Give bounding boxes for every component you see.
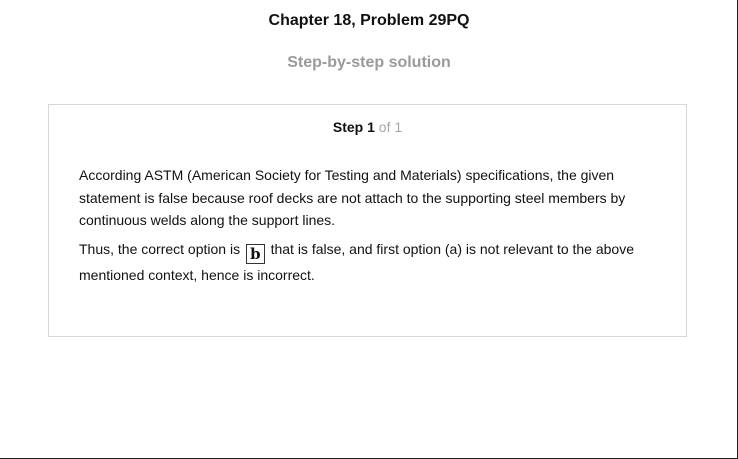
answer-option-box: b xyxy=(246,243,265,264)
chapter-title: Chapter 18, Problem 29PQ xyxy=(268,12,470,29)
answer-lead-text: Thus, the correct option is xyxy=(79,240,241,257)
step-paragraph-1: According ASTM (American Society for Tes… xyxy=(79,167,626,228)
step-header: Step 1 of 1 xyxy=(49,119,686,135)
step-card: Step 1 of 1 According ASTM (American Soc… xyxy=(48,104,687,337)
solution-subtitle: Step-by-step solution xyxy=(287,54,451,71)
step-total: of 1 xyxy=(378,119,403,135)
step-body: According ASTM (American Society for Tes… xyxy=(79,164,665,292)
step-paragraph-2: Thus, the correct option is b that is fals… xyxy=(79,238,665,287)
step-number: 1 xyxy=(367,119,375,135)
step-label: Step xyxy=(332,119,364,135)
